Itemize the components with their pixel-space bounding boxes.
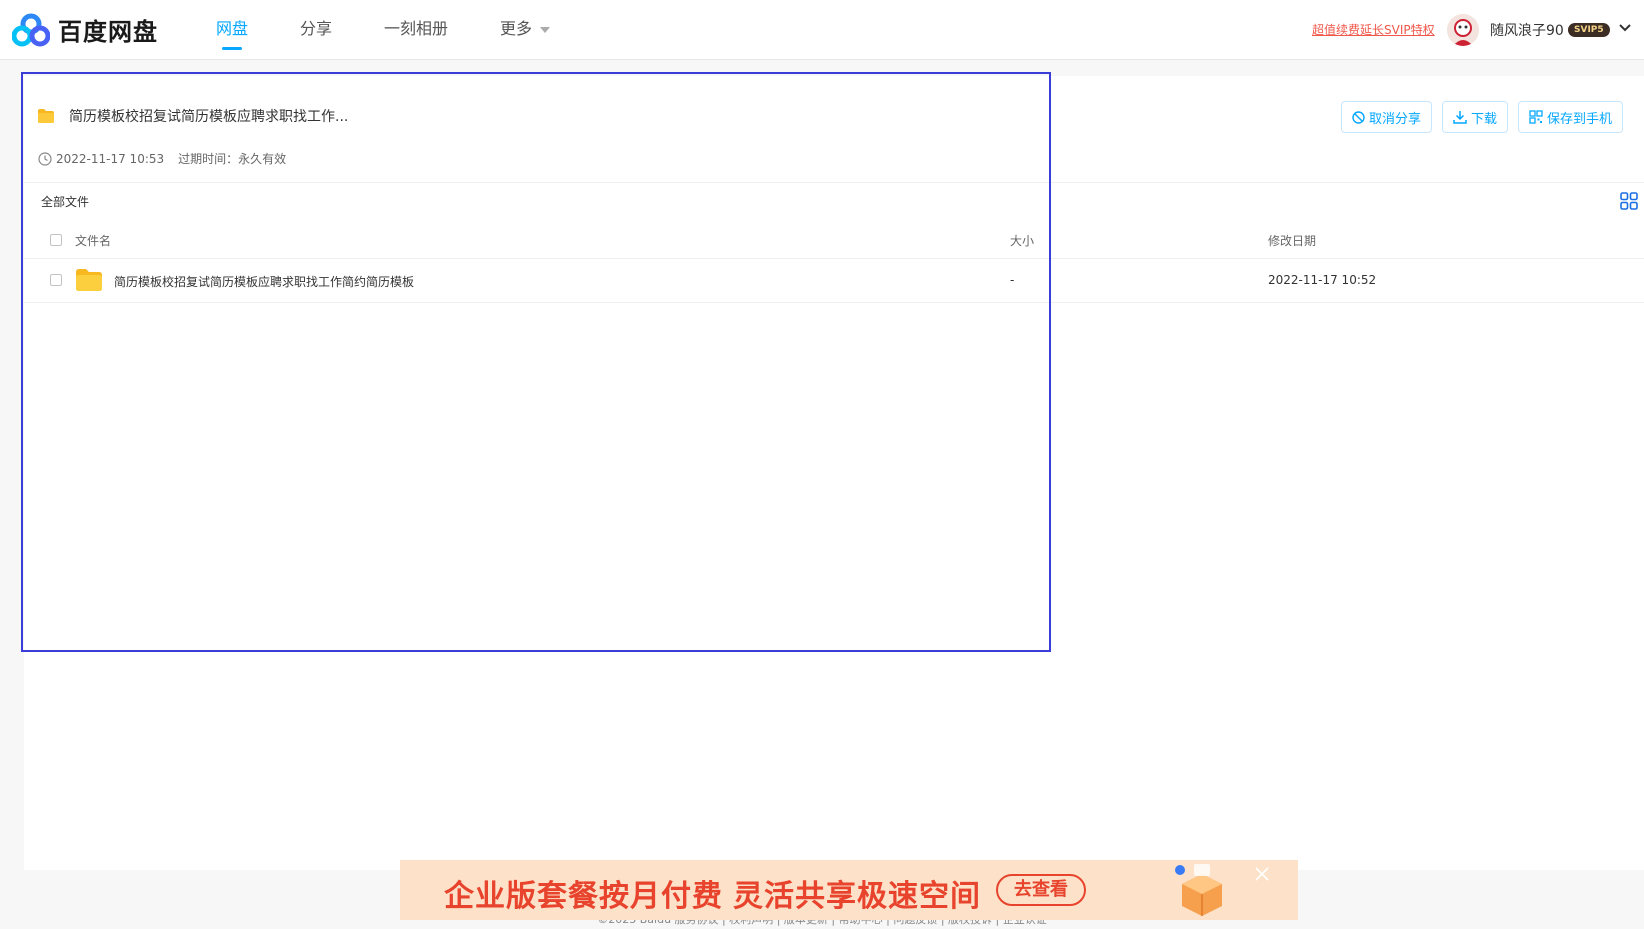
nav-share[interactable]: 分享 [300,0,332,60]
ban-icon [1352,110,1365,124]
divider [24,182,1644,183]
top-bar: 百度网盘 网盘 分享 一刻相册 更多 超值续费延长SVIP特权 随风浪子90 S… [0,0,1644,60]
nav-album[interactable]: 一刻相册 [384,0,448,60]
folder-icon [76,269,102,291]
folder-icon [38,109,54,123]
close-icon[interactable] [1254,866,1270,882]
main-nav: 网盘 分享 一刻相册 更多 [216,0,602,60]
share-meta: 2022-11-17 10:53 过期时间： 永久有效 [38,150,286,167]
table-header: 文件名 大小 修改日期 [24,222,1644,259]
share-panel: 简历模板校招复试简历模板应聘求职找工作... 2022-11-17 10:53 … [24,76,1644,870]
box-illustration-icon [1175,864,1222,916]
column-size[interactable]: 大小 [1010,232,1034,249]
avatar-image [1447,14,1479,46]
promo-banner[interactable]: 企业版套餐按月付费 灵活共享极速空间 去查看 [400,860,1298,920]
file-modified: 2022-11-17 10:52 [1268,273,1377,287]
share-title-row: 简历模板校招复试简历模板应聘求职找工作... [38,106,348,126]
download-button[interactable]: 下载 [1442,101,1509,133]
select-all-checkbox[interactable] [50,234,62,246]
expire-label: 过期时间： [178,152,239,166]
grid-view-icon[interactable] [1620,192,1638,210]
expire-value: 永久有效 [238,152,287,166]
nav-more-label: 更多 [500,19,533,38]
row-checkbox[interactable] [50,274,62,286]
nav-share-label: 分享 [300,19,333,38]
banner-view-button[interactable]: 去查看 [996,874,1086,906]
breadcrumb[interactable]: 全部文件 [41,193,89,210]
save-to-phone-button[interactable]: 保存到手机 [1518,101,1624,133]
avatar[interactable] [1447,14,1479,46]
download-icon [1453,111,1467,124]
cancel-share-button[interactable]: 取消分享 [1341,101,1433,133]
cancel-share-label: 取消分享 [1369,111,1422,127]
logo[interactable]: 百度网盘 [12,12,158,47]
username[interactable]: 随风浪子90 [1490,20,1564,40]
action-buttons: 取消分享 下载 保存到手机 [1341,101,1633,133]
file-name[interactable]: 简历模板校招复试简历模板应聘求职找工作简约简历模板 [114,273,414,290]
qr-icon [1529,110,1543,124]
logo-text: 百度网盘 [58,18,158,46]
chevron-down-icon[interactable] [1618,21,1632,35]
nav-netdisk[interactable]: 网盘 [216,0,248,60]
column-name[interactable]: 文件名 [75,232,111,249]
banner-text: 企业版套餐按月付费 灵活共享极速空间 [444,871,981,915]
svip-renew-link[interactable]: 超值续费延长SVIP特权 [1312,21,1435,38]
caret-down-icon [540,26,551,33]
banner-main-text: 企业版套餐按月付费 [444,879,723,914]
banner-sub-text: 灵活共享极速空间 [733,879,981,914]
file-size: - [1010,273,1015,287]
nav-netdisk-label: 网盘 [216,19,249,38]
baidu-netdisk-logo-icon [12,13,50,46]
save-to-phone-label: 保存到手机 [1547,111,1613,127]
table-row[interactable]: 简历模板校招复试简历模板应聘求职找工作简约简历模板 - 2022-11-17 1… [24,259,1644,303]
column-modified[interactable]: 修改日期 [1268,232,1316,249]
nav-more[interactable]: 更多 [500,0,551,60]
clock-icon [38,151,52,166]
download-label: 下载 [1471,111,1498,127]
nav-album-label: 一刻相册 [384,19,449,38]
created-time: 2022-11-17 10:53 [56,151,165,166]
share-title: 简历模板校招复试简历模板应聘求职找工作... [69,109,349,125]
svip-badge: SVIP5 [1568,23,1610,37]
